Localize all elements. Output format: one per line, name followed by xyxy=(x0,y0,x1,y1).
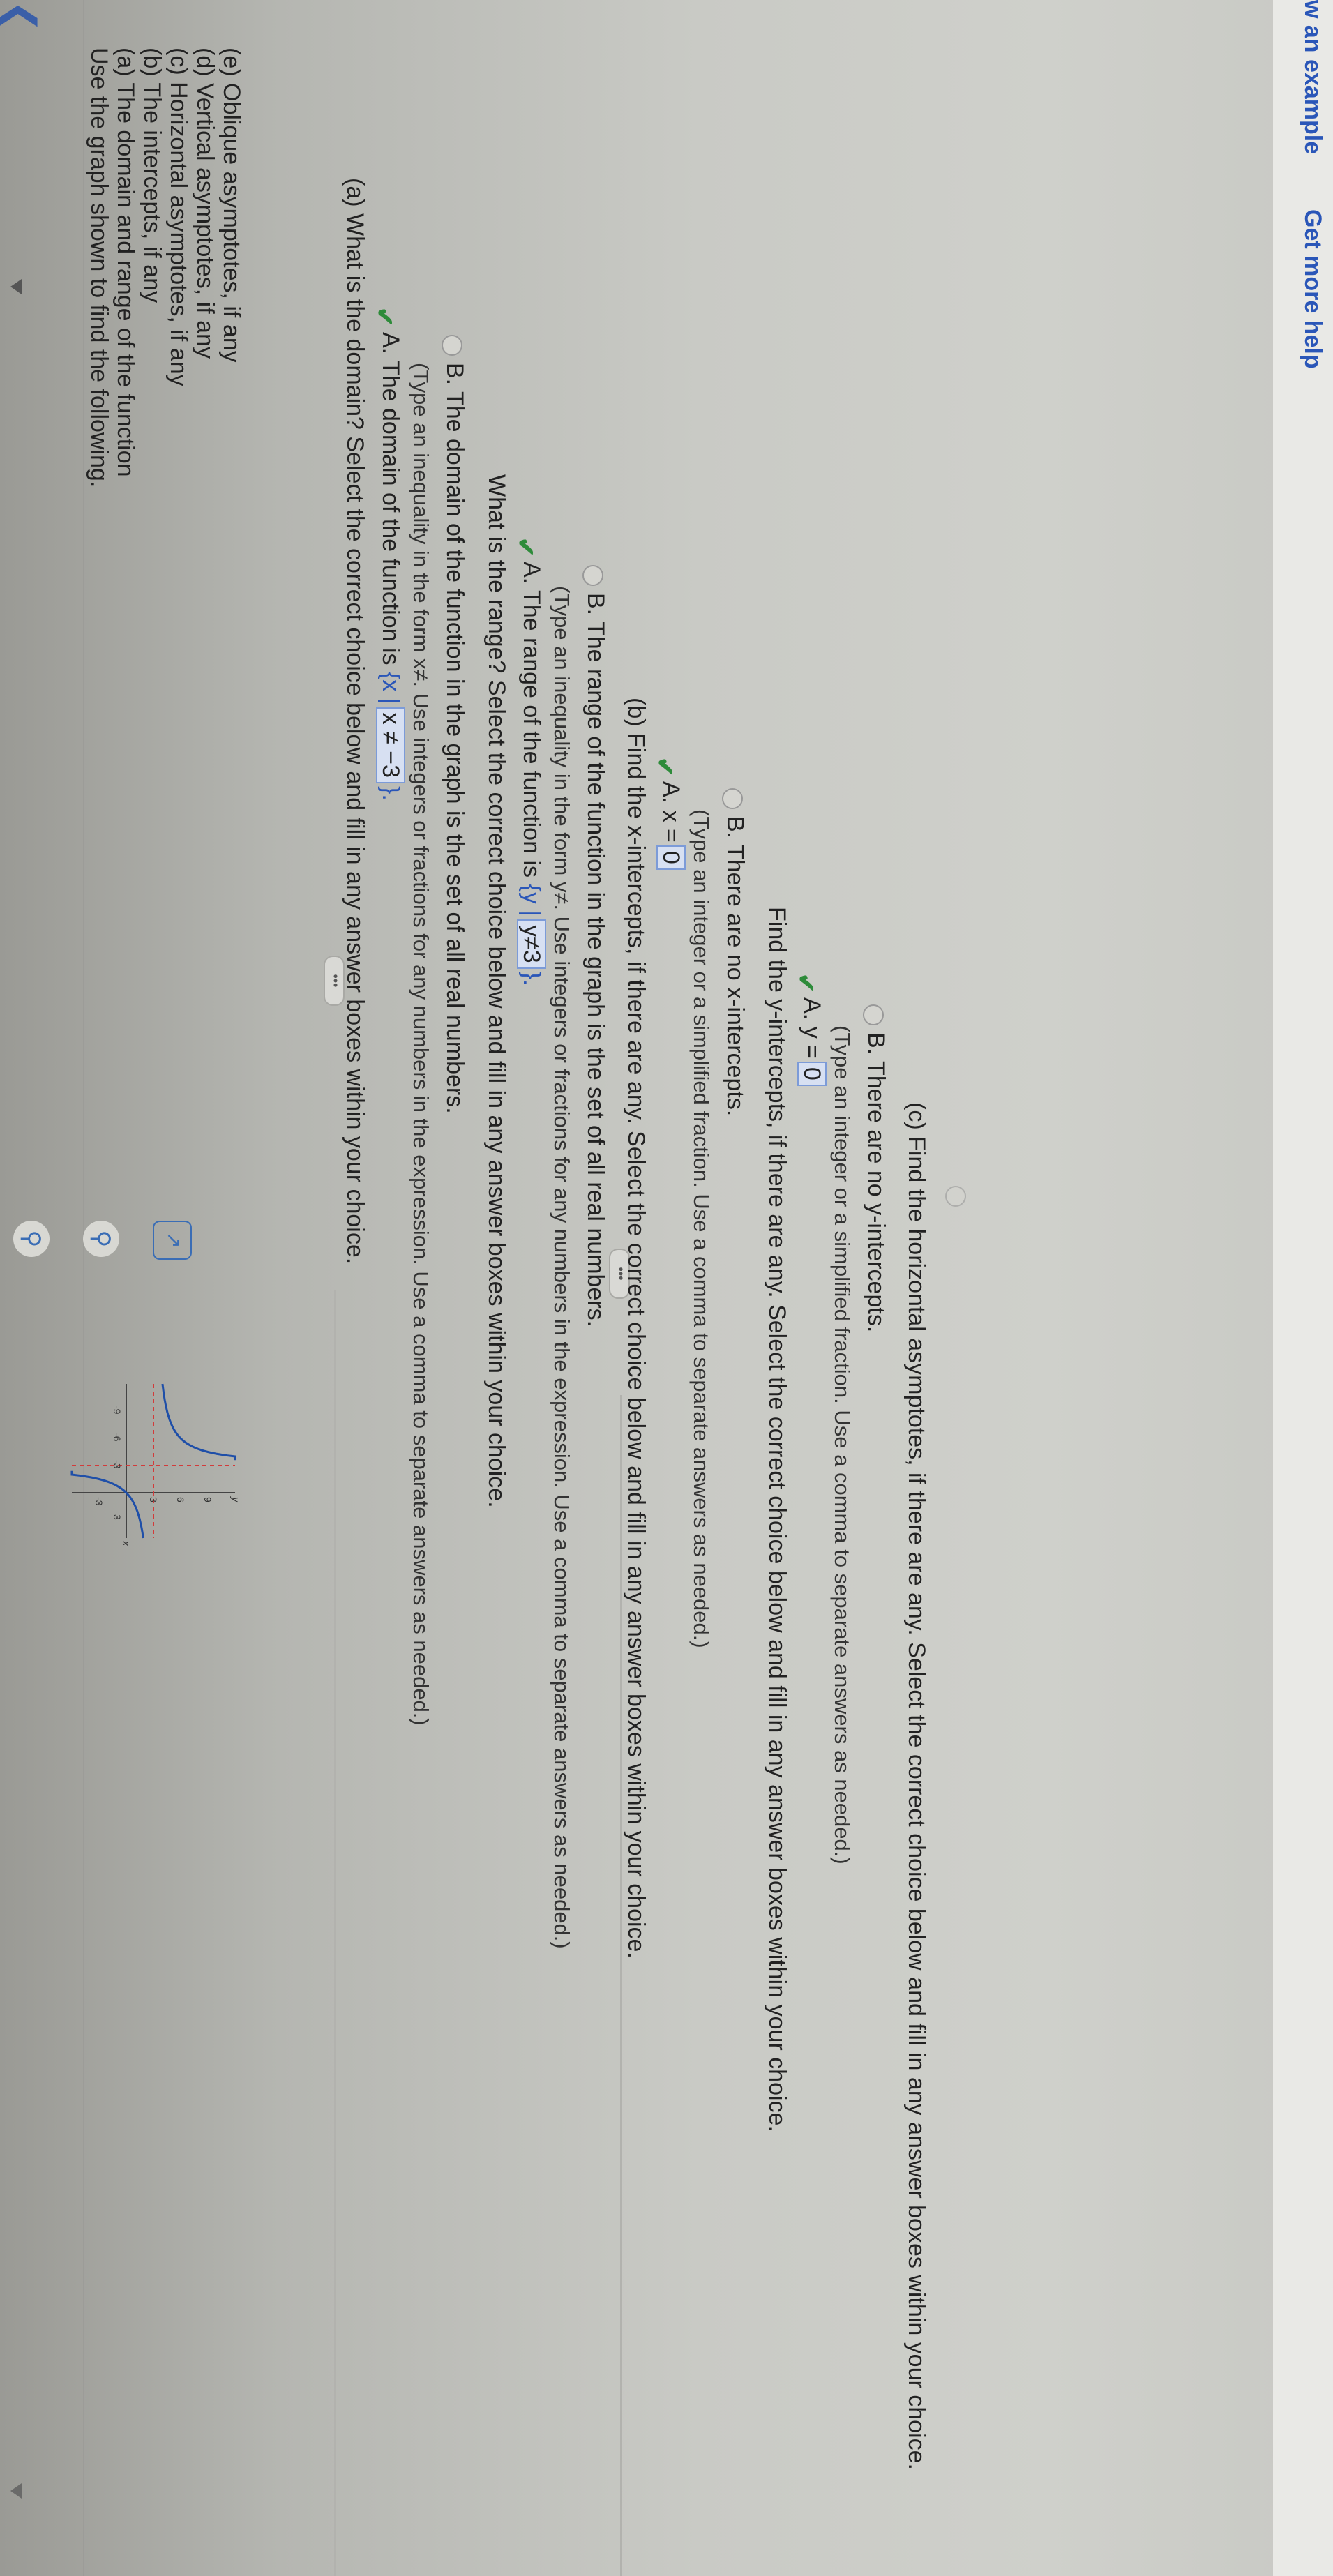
x-intercept-choice-b-text: There are no x-intercepts. xyxy=(722,844,748,1117)
question-divider xyxy=(334,1290,336,2576)
y-tick-label: -3 xyxy=(93,1497,105,1506)
check-icon: ✔ xyxy=(792,973,819,993)
range-choice-b-label: B. xyxy=(582,593,609,616)
domain-answer-box[interactable]: x ≠ −3 xyxy=(376,707,405,783)
x-intercept-choice-b[interactable]: B. There are no x-intercepts. xyxy=(721,816,748,1116)
x-tick-label: -9 xyxy=(112,1406,123,1415)
x-intercept-choice-a-hint: (Type an integer or a simplified fractio… xyxy=(689,809,714,1648)
y-tick-label: 9 xyxy=(202,1497,213,1502)
range-choice-b-text: The range of the function in the graph i… xyxy=(582,621,609,1327)
question-b-prompt: (b) Find the x-intercepts, if there are … xyxy=(623,698,649,1959)
check-icon: ✔ xyxy=(652,757,678,777)
domain-choice-b-text: The domain of the function in the graph … xyxy=(442,391,468,1114)
y-intercept-choice-b-radio[interactable] xyxy=(863,1004,884,1025)
y-tick-label: 3 xyxy=(148,1497,159,1502)
y-tick-label: 6 xyxy=(175,1497,186,1502)
x-intercept-choice-a[interactable]: A. x =0 xyxy=(656,781,686,873)
screen-edge xyxy=(1273,0,1333,2576)
domain-set-close: }. xyxy=(377,785,404,801)
header-divider xyxy=(83,0,84,2576)
curve-left-branch xyxy=(161,1383,236,1461)
y-intercept-choice-b-label: B. xyxy=(863,1032,889,1055)
range-set-open: {y | xyxy=(518,884,545,917)
range-set-close: }. xyxy=(518,971,545,986)
problem-part-b: (b) The intercepts, if any xyxy=(139,47,165,303)
domain-choice-a-hint: (Type an inequality in the form x≠. Use … xyxy=(409,363,433,1726)
collapse-arrow-icon[interactable] xyxy=(10,279,22,294)
problem-part-a: (a) The domain and range of the function xyxy=(112,47,139,477)
x-tick-label: -6 xyxy=(112,1433,123,1442)
y-intercept-choice-a[interactable]: A. y =0 xyxy=(797,997,827,1089)
problem-intro: Use the graph shown to find the followin… xyxy=(86,47,112,488)
curve-right-branch xyxy=(70,1470,144,1539)
range-prompt: What is the range? Select the correct ch… xyxy=(483,474,510,1508)
problem-part-e: (e) Oblique asymptotes, if any xyxy=(218,47,245,363)
x-intercept-choice-b-radio[interactable] xyxy=(722,788,743,809)
x-intercept-choice-a-label: A. xyxy=(658,781,684,804)
y-intercept-prompt: Find the y-intercepts, if there are any.… xyxy=(764,907,790,2132)
check-icon: ✔ xyxy=(371,307,398,327)
range-choice-a[interactable]: A. The range of the function is {y |y≠3}… xyxy=(517,562,546,986)
domain-choice-a-label: A. xyxy=(377,332,404,355)
back-arrow-icon[interactable]: ❮ xyxy=(0,0,44,33)
zoom-in-icon[interactable]: ⚲ xyxy=(13,1221,50,1257)
domain-choice-b-label: B. xyxy=(442,363,468,386)
x-tick-label: -3 xyxy=(112,1460,123,1469)
problem-part-c: (c) Horizontal asymptotes, if any xyxy=(165,47,192,386)
x-intercept-choice-b-label: B. xyxy=(722,816,748,839)
range-choice-b[interactable]: B. The range of the function in the grap… xyxy=(582,593,609,1327)
problem-part-d: (d) Vertical asymptotes, if any xyxy=(192,47,218,359)
x-axis-label: x xyxy=(120,1540,132,1546)
range-choice-a-hint: (Type an inequality in the form y≠. Use … xyxy=(550,586,574,1949)
scroll-arrow-icon[interactable] xyxy=(10,2483,22,2499)
graph-divider xyxy=(620,1395,622,2576)
y-intercept-choice-b-text: There are no y-intercepts. xyxy=(863,1060,889,1333)
x-intercept-choice-a-text: x = xyxy=(658,810,684,843)
y-intercept-choice-b[interactable]: B. There are no y-intercepts. xyxy=(862,1032,889,1332)
domain-choice-a-text: The domain of the function is xyxy=(377,360,404,665)
y-intercept-answer-box[interactable]: 0 xyxy=(797,1061,827,1086)
domain-set-open: {x | xyxy=(377,672,404,705)
domain-choice-b[interactable]: B. The domain of the function in the gra… xyxy=(441,363,468,1114)
check-icon: ✔ xyxy=(512,537,539,557)
range-answer-box[interactable]: y≠3 xyxy=(517,919,546,969)
y-intercept-choice-a-label: A. xyxy=(799,997,825,1020)
question-c-prompt: (c) Find the horizontal asymptotes, if t… xyxy=(903,1102,930,2470)
domain-choice-a[interactable]: A. The domain of the function is {x |x ≠… xyxy=(376,332,405,801)
range-choice-a-label: A. xyxy=(518,562,545,585)
range-choice-a-text: The range of the function is xyxy=(518,589,545,878)
domain-choice-b-radio[interactable] xyxy=(442,335,462,356)
range-choice-b-radio[interactable] xyxy=(582,565,603,586)
zoom-out-icon[interactable]: ⚲ xyxy=(83,1221,119,1257)
x-tick-label: 3 xyxy=(112,1514,123,1520)
rotated-screen: ❮ Use the graph shown to find the follow… xyxy=(0,0,1333,2576)
y-intercept-choice-a-hint: (Type an integer or a simplified fractio… xyxy=(830,1025,854,1865)
question-a-prompt: (a) What is the domain? Select the corre… xyxy=(342,178,368,1265)
y-axis-label: y xyxy=(229,1496,241,1503)
view-example-link[interactable]: w an example xyxy=(1299,0,1326,154)
y-intercept-choice-a-text: y = xyxy=(799,1026,825,1059)
partial-radio[interactable] xyxy=(945,1186,966,1207)
x-intercept-answer-box[interactable]: 0 xyxy=(656,845,686,870)
popout-icon[interactable]: ↗ xyxy=(153,1221,192,1260)
get-more-help-link[interactable]: Get more help xyxy=(1299,209,1326,369)
photo-frame: ❮ Use the graph shown to find the follow… xyxy=(0,0,1333,2576)
function-graph: 9 6 3 -3 -9 -6 -3 3 x y xyxy=(70,1383,241,1546)
